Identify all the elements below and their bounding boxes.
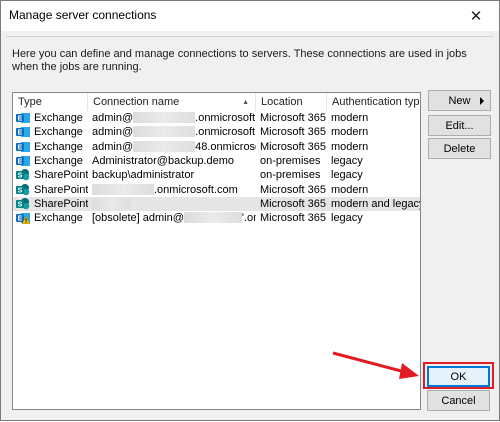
dialog-window: Manage server connections ✕ Here you can… bbox=[0, 0, 500, 421]
annotation-arrow-icon bbox=[332, 351, 419, 379]
